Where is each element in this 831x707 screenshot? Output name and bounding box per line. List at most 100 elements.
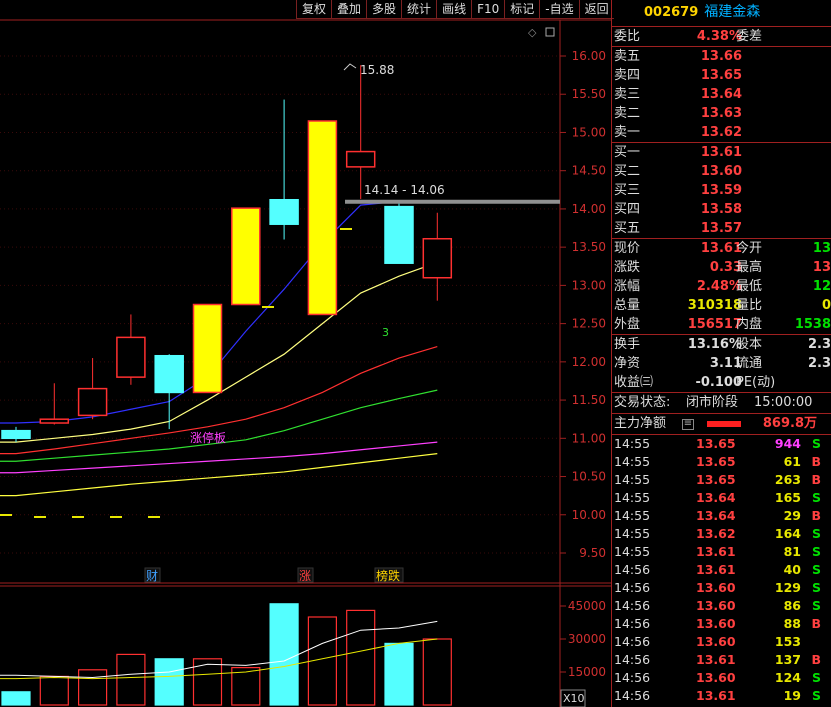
tick-row: 14:56 13.60 88 B [612, 615, 831, 633]
volume-tick-label: 45000 [568, 599, 606, 613]
quote-label-2: 最高 [736, 260, 763, 275]
tick-list[interactable]: 14:55 13.65 944 S 14:55 13.65 61 B 14:55 13.65 263… [612, 434, 831, 705]
quote-label: 外盘 [614, 317, 641, 332]
quote-stats: 现价 13.61 今开 13 涨跌 0.33 最高 13 涨幅 2.48% 最低 12 总量 310318… [612, 238, 831, 334]
tick-direction: S [811, 436, 821, 451]
bid-price: 13.57 [700, 221, 742, 236]
trade-time: 15:00:00 [754, 395, 813, 410]
tick-volume: 40 [783, 562, 801, 577]
quote-label-2: 最低 [736, 279, 763, 294]
candle-body [307, 120, 338, 316]
price-tick-label: 15.00 [572, 125, 606, 139]
tick-time: 14:56 [614, 670, 651, 685]
quote-label-2: 今开 [736, 241, 763, 256]
stat-label: 换手 [614, 337, 641, 352]
quote-value-2: 1538 [794, 317, 831, 332]
volume-bar [192, 658, 223, 706]
quote-row: 涨幅 2.48% 最低 12 [612, 277, 831, 296]
candle-body [39, 418, 70, 424]
stat-row: 换手 13.16% 股本 2.3 [612, 335, 831, 354]
tick-direction: S [811, 598, 821, 613]
tick-time: 14:55 [614, 544, 651, 559]
ask-level-label: 卖三 [614, 87, 641, 102]
chart-toolbar: 复权 叠加 多股 统计 画线 F10 标记 -自选 返回 [296, 0, 614, 20]
tick-row: 14:56 13.60 86 S [612, 597, 831, 615]
ask-row: 卖五 13.66 [612, 47, 831, 66]
price-tick-label: 15.50 [572, 87, 606, 101]
candle-body [154, 354, 184, 394]
tick-time: 14:56 [614, 634, 651, 649]
quote-label: 涨幅 [614, 279, 641, 294]
quote-value-2: 0 [821, 298, 831, 313]
ask-level-label: 卖五 [614, 49, 641, 64]
list-icon[interactable]: ≡ [682, 419, 694, 430]
high-marker [343, 63, 357, 71]
event-marker: 榜跌 [376, 568, 400, 583]
price-tick-label: 9.50 [579, 546, 606, 560]
toolbar-button[interactable]: -自选 [539, 0, 579, 19]
stock-header: 002679 福建金森 [612, 0, 831, 27]
quote-label: 现价 [614, 241, 641, 256]
tick-direction: S [811, 580, 821, 595]
toolbar-button[interactable]: 标记 [504, 0, 540, 19]
toolbar-button[interactable]: 多股 [366, 0, 402, 19]
bid-price: 13.58 [700, 202, 742, 217]
trade-status-label: 交易状态: [614, 395, 671, 410]
bid-level-label: 买四 [614, 202, 641, 217]
tick-row: 14:55 13.65 263 B [612, 471, 831, 489]
stat-label-2: PE(动) [736, 375, 776, 390]
quote-value-2: 13 [812, 260, 831, 275]
price-tick-label: 13.00 [572, 278, 606, 292]
stock-code: 002679 [644, 5, 699, 20]
tick-row: 14:56 13.61 19 S [612, 687, 831, 705]
volume-bar [231, 666, 261, 706]
stat-row: 净资 3.11 流通 2.3 [612, 354, 831, 373]
candle-body [384, 205, 414, 264]
limit-up-label: 涨停板 [190, 430, 226, 445]
bid-level-label: 买二 [614, 164, 641, 179]
fundamental-stats: 换手 13.16% 股本 2.3 净资 3.11 流通 2.3 收益㈢ -0.100 PE(动) [612, 334, 831, 392]
stat-label-2: 流通 [736, 356, 763, 371]
weibi-label: 委比 [614, 29, 641, 44]
quote-label-2: 量比 [736, 298, 763, 313]
main-net-label: 主力净额 [614, 416, 667, 431]
tick-direction: B [811, 616, 821, 631]
toolbar-button[interactable]: 画线 [436, 0, 472, 19]
tick-time: 14:56 [614, 688, 651, 703]
tick-price: 13.61 [696, 688, 736, 703]
bid-row: 买四 13.58 [612, 200, 831, 219]
bid-price: 13.61 [700, 145, 742, 160]
tick-price: 13.62 [696, 526, 736, 541]
volume-bar [384, 642, 414, 706]
trade-status: 闭市阶段 [686, 395, 739, 410]
bid-level-label: 买一 [614, 145, 641, 160]
candle-body [422, 237, 453, 279]
bid-row: 买五 13.57 [612, 219, 831, 238]
tick-price: 13.64 [696, 508, 736, 523]
toolbar-button[interactable]: 叠加 [331, 0, 367, 19]
event-marker: 财 [146, 569, 158, 583]
toolbar-button[interactable]: 统计 [401, 0, 437, 19]
candle-body [116, 336, 146, 378]
volume-tick-label: 30000 [568, 632, 606, 646]
tick-row: 14:55 13.64 165 S [612, 489, 831, 507]
volume-bar [1, 691, 31, 706]
ma30-line [0, 389, 438, 462]
volume-bar [154, 658, 184, 706]
toolbar-button[interactable]: F10 [471, 0, 505, 19]
kline-chart[interactable]: 15.88 14.14 - 14.06 涨停板 3 财 涨 榜跌 16.00 15.50 15.… [0, 0, 611, 707]
toolbar-button[interactable]: 复权 [296, 0, 332, 19]
tick-volume: 944 [774, 436, 801, 451]
tick-price: 13.60 [696, 634, 736, 649]
tick-row: 14:56 13.60 129 S [612, 579, 831, 597]
volume-bar [269, 603, 299, 706]
price-tick-label: 14.00 [572, 202, 606, 216]
tick-volume: 86 [783, 598, 801, 613]
tick-direction: B [811, 472, 821, 487]
stat-label: 净资 [614, 356, 641, 371]
toolbar-button[interactable]: 返回 [578, 0, 614, 19]
chart-annotations: 15.88 14.14 - 14.06 涨停板 3 财 涨 榜跌 [144, 63, 445, 583]
bid-row: 买二 13.60 [612, 162, 831, 181]
stat-label: 收益㈢ [614, 375, 654, 390]
tick-price: 13.60 [696, 598, 736, 613]
